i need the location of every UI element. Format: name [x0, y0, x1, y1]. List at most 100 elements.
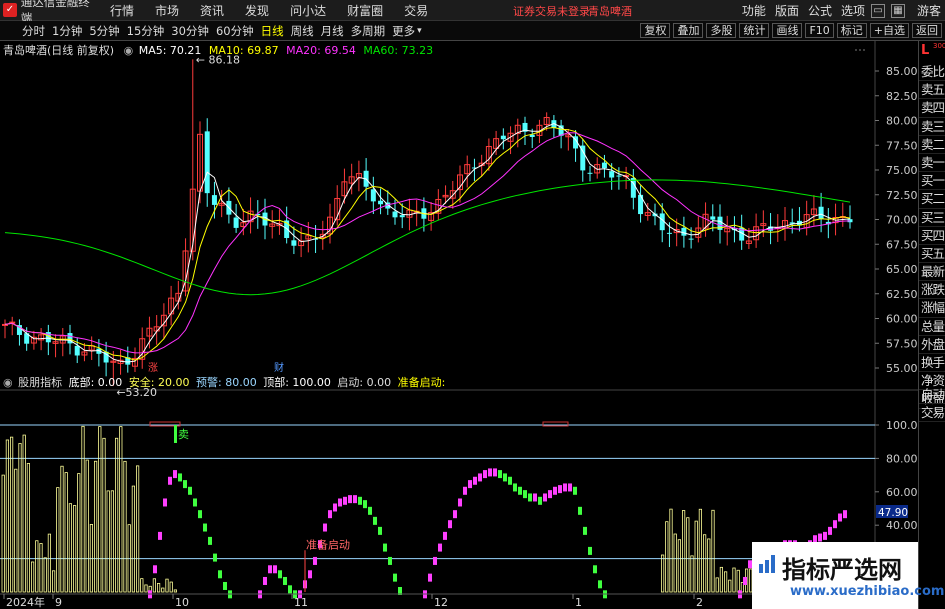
logo-icon: ✓ [3, 3, 17, 17]
volume-bar [131, 485, 135, 593]
volume-bar [703, 534, 707, 593]
add-favorite-button[interactable]: +自选 [869, 23, 909, 38]
oscillator-step [383, 543, 387, 552]
trade-login-notice[interactable]: 证券交易未登录 [513, 3, 590, 19]
oscillator-step [323, 523, 327, 532]
quote-field-12[interactable]: 涨跌 [919, 281, 945, 300]
volume-bar [715, 577, 719, 593]
quote-field-8[interactable]: 买三 [919, 209, 945, 227]
menu-item-quotes[interactable]: 行情 [110, 2, 134, 19]
user-guest[interactable]: 游客 [917, 2, 941, 19]
quote-field-11[interactable]: 最新 [919, 263, 945, 282]
candle-body-down [681, 227, 687, 236]
price-tick-label: 57.50 [886, 337, 918, 350]
quote-field-16[interactable]: 换手 [919, 354, 945, 373]
quote-field-4[interactable]: 卖二 [919, 136, 945, 154]
period-tab-timeshare[interactable]: 分时 [22, 23, 45, 39]
candle-body-down [370, 189, 376, 202]
multi-stock-button[interactable]: 多股 [706, 23, 737, 38]
grid-icon[interactable]: ▦ [890, 3, 905, 18]
more-dropdown-icon[interactable]: ▾ [417, 26, 422, 36]
candle-body-down [688, 238, 694, 240]
volume-bar [18, 443, 22, 593]
volume-bar [64, 472, 68, 593]
event-mark-rise: 涨 [148, 362, 158, 374]
back-button[interactable]: 返回 [912, 23, 942, 38]
period-tab-1min[interactable]: 1分钟 [52, 23, 82, 39]
oscillator-step [163, 498, 167, 507]
menu-formula[interactable]: 公式 [808, 2, 832, 19]
chart-area[interactable]: 85.00 82.50 80.00 77.50 75.00 72.50 70.00 67.50… [0, 41, 925, 609]
candle-body-down [291, 240, 297, 246]
quote-field-9[interactable]: 买四 [919, 227, 945, 245]
volume-bar [119, 426, 123, 593]
quote-field-13[interactable]: 涨幅 [919, 299, 945, 318]
period-tab-daily[interactable]: 日线 [261, 23, 284, 39]
quote-field-3[interactable]: 卖三 [919, 118, 945, 136]
price-tick-label: 82.50 [886, 90, 918, 103]
candle-body-down [74, 345, 80, 356]
quote-field-15[interactable]: 外盘 [919, 336, 945, 354]
quote-field-10[interactable]: 买五 [919, 245, 945, 264]
ind-tick-label: 40.00 [886, 519, 918, 532]
period-tab-30min[interactable]: 30分钟 [171, 23, 209, 39]
quote-field-0[interactable]: 委比 [919, 63, 945, 82]
oscillator-step [348, 495, 352, 504]
oscillator-step [453, 510, 457, 519]
menu-item-wealth[interactable]: 财富圈 [347, 2, 383, 19]
volume-bar [669, 508, 673, 593]
menu-layout[interactable]: 版面 [775, 2, 799, 19]
volume-bar [106, 490, 110, 593]
overlay-button[interactable]: 叠加 [673, 23, 704, 38]
monitor-icon[interactable]: ▭ [870, 3, 885, 18]
quote-field-7[interactable]: 买二 [919, 190, 945, 209]
volume-bar [165, 578, 169, 593]
main-chart-legend: 青岛啤酒(日线 前复权) ◉ MA5: 70.21 MA10: 69.87 MA… [3, 42, 433, 58]
price-tick-label: 75.00 [886, 164, 918, 177]
volume-bar [68, 503, 72, 593]
f10-button[interactable]: F10 [805, 23, 834, 38]
auto-trade-label-2[interactable]: 交易 [919, 404, 945, 423]
settings-dot-icon[interactable]: ◉ [124, 44, 134, 57]
mark-button[interactable]: 标记 [836, 23, 867, 38]
period-tab-weekly[interactable]: 周线 [291, 23, 314, 39]
stats-button[interactable]: 统计 [739, 23, 770, 38]
oscillator-step [558, 485, 562, 494]
adjust-button[interactable]: 复权 [640, 23, 671, 38]
chart-canvas[interactable]: 85.00 82.50 80.00 77.50 75.00 72.50 70.00 67.50… [0, 41, 925, 609]
candle-body-down [378, 200, 384, 205]
period-tab-60min[interactable]: 60分钟 [216, 23, 254, 39]
period-tab-5min[interactable]: 5分钟 [89, 23, 119, 39]
quote-field-5[interactable]: 卖一 [919, 154, 945, 173]
date-tick-label: 1 [575, 596, 582, 609]
oscillator-step [588, 546, 592, 555]
draw-line-button[interactable]: 画线 [772, 23, 803, 38]
quote-field-14[interactable]: 总量 [919, 318, 945, 336]
menu-options[interactable]: 选项 [841, 2, 865, 19]
indicator-settings-icon[interactable]: ◉ [3, 376, 13, 389]
oscillator-step [843, 510, 847, 519]
oscillator-step [543, 493, 547, 502]
oscillator-step [438, 543, 442, 552]
candle-body-down [392, 211, 398, 218]
menu-item-news[interactable]: 资讯 [200, 2, 224, 19]
menu-item-market[interactable]: 市场 [155, 2, 179, 19]
menu-function[interactable]: 功能 [742, 2, 766, 19]
quote-field-2[interactable]: 卖四 [919, 99, 945, 118]
quote-field-1[interactable]: 卖五 [919, 81, 945, 100]
period-tab-15min[interactable]: 15分钟 [127, 23, 165, 39]
oscillator-step [483, 470, 487, 479]
oscillator-step [818, 533, 822, 542]
menu-item-discover[interactable]: 发现 [245, 2, 269, 19]
menu-bar-right: 功能 版面 公式 选项 ▭ ▦ 游客 [733, 2, 941, 19]
period-tab-monthly[interactable]: 月线 [321, 23, 344, 39]
quote-field-6[interactable]: 买一 [919, 172, 945, 191]
period-tab-multi[interactable]: 多周期 [351, 23, 386, 39]
menu-item-ask[interactable]: 问小达 [290, 2, 326, 19]
period-tab-more[interactable]: 更多 [392, 23, 415, 39]
app-window: ✓ 通达信金融终端 行情 市场 资讯 发现 问小达 财富圈 交易 证券交易未登录… [0, 0, 945, 609]
auto-trade-label-1[interactable]: 自动 [919, 386, 945, 405]
oscillator-step [468, 480, 472, 489]
volume-bar [698, 508, 703, 593]
menu-item-trade[interactable]: 交易 [404, 2, 428, 19]
